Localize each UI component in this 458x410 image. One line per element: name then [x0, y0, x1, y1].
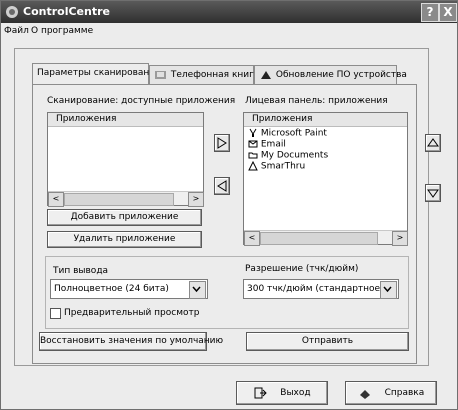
front-panel-apps-label: Лицевая панель: приложения — [245, 96, 388, 106]
menu-about[interactable]: О программе — [31, 26, 93, 36]
front-panel-apps-header: Приложения — [244, 113, 407, 127]
arrow-right-icon — [217, 137, 227, 149]
exit-icon — [254, 387, 268, 398]
move-down-button[interactable] — [425, 184, 441, 202]
exit-button[interactable]: Выход — [236, 381, 328, 405]
menu-bar: Файл О программе — [1, 23, 457, 39]
list-item[interactable]: SmarThru — [248, 160, 305, 172]
scroll-left-icon[interactable]: < — [48, 192, 64, 207]
list-item[interactable]: Microsoft Paint — [248, 128, 327, 139]
menu-file[interactable]: Файл — [4, 26, 29, 36]
list-item[interactable]: Email — [248, 139, 286, 150]
preview-label: Предварительный просмотр — [64, 308, 200, 318]
scroll-left-icon[interactable]: < — [244, 231, 260, 246]
close-button[interactable]: X — [439, 3, 457, 22]
restore-defaults-button[interactable]: Восстановить значения по умолчанию — [39, 332, 223, 351]
arrow-left-icon — [217, 180, 227, 192]
arrow-down-icon — [427, 189, 439, 198]
resolution-select[interactable]: 300 тчк/дюйм (стандартное) — [243, 279, 399, 299]
title-bar: ControlCentre ? X — [1, 1, 457, 23]
add-app-button[interactable]: Добавить приложение — [47, 209, 202, 226]
tab-scan-settings[interactable]: Параметры сканирования — [32, 63, 161, 85]
dropdown-arrow-icon[interactable] — [380, 281, 397, 299]
arrow-up-icon — [427, 138, 439, 147]
available-apps-label: Сканирование: доступные приложения — [47, 96, 236, 106]
move-up-button[interactable] — [425, 134, 441, 152]
scroll-right-icon[interactable]: > — [188, 192, 204, 207]
scroll-thumb[interactable] — [260, 232, 378, 245]
folder-icon — [248, 152, 258, 159]
smarthru-icon — [248, 160, 258, 171]
firmware-icon — [261, 70, 271, 79]
email-icon — [248, 140, 258, 148]
main-window: ControlCentre ? X Файл О программе Парам… — [0, 0, 458, 410]
window-title: ControlCentre — [23, 5, 110, 18]
move-right-button[interactable] — [214, 134, 230, 152]
app-icon — [4, 4, 20, 20]
send-button[interactable]: Отправить — [246, 332, 409, 351]
move-left-button[interactable] — [214, 177, 230, 195]
front-panel-hscrollbar[interactable]: < > — [244, 230, 408, 246]
tab-firmware-update[interactable]: Обновление ПО устройства — [254, 65, 407, 85]
tab-phonebook[interactable]: Телефонная книга — [149, 65, 259, 85]
scroll-thumb[interactable] — [64, 193, 174, 206]
preview-checkbox[interactable] — [50, 308, 61, 319]
help-icon — [359, 389, 370, 399]
available-apps-hscrollbar[interactable]: < > — [48, 191, 204, 207]
available-apps-header: Приложения — [48, 113, 203, 127]
help-button[interactable]: Справка — [345, 381, 437, 405]
available-apps-list[interactable]: Приложения < > — [47, 112, 204, 207]
remove-app-button[interactable]: Удалить приложение — [47, 231, 202, 248]
output-type-label: Тип вывода — [53, 266, 109, 276]
paint-icon — [249, 128, 257, 137]
resolution-label: Разрешение (тчк/дюйм) — [245, 264, 359, 274]
output-type-select[interactable]: Полноцветное (24 бита) — [50, 279, 208, 299]
list-item[interactable]: My Documents — [248, 150, 328, 161]
scroll-right-icon[interactable]: > — [392, 231, 408, 246]
front-panel-apps-list[interactable]: Приложения Microsoft Paint Email My Docu… — [243, 112, 408, 246]
phonebook-icon — [155, 70, 166, 79]
dropdown-arrow-icon[interactable] — [189, 281, 206, 299]
help-title-button[interactable]: ? — [421, 3, 439, 22]
